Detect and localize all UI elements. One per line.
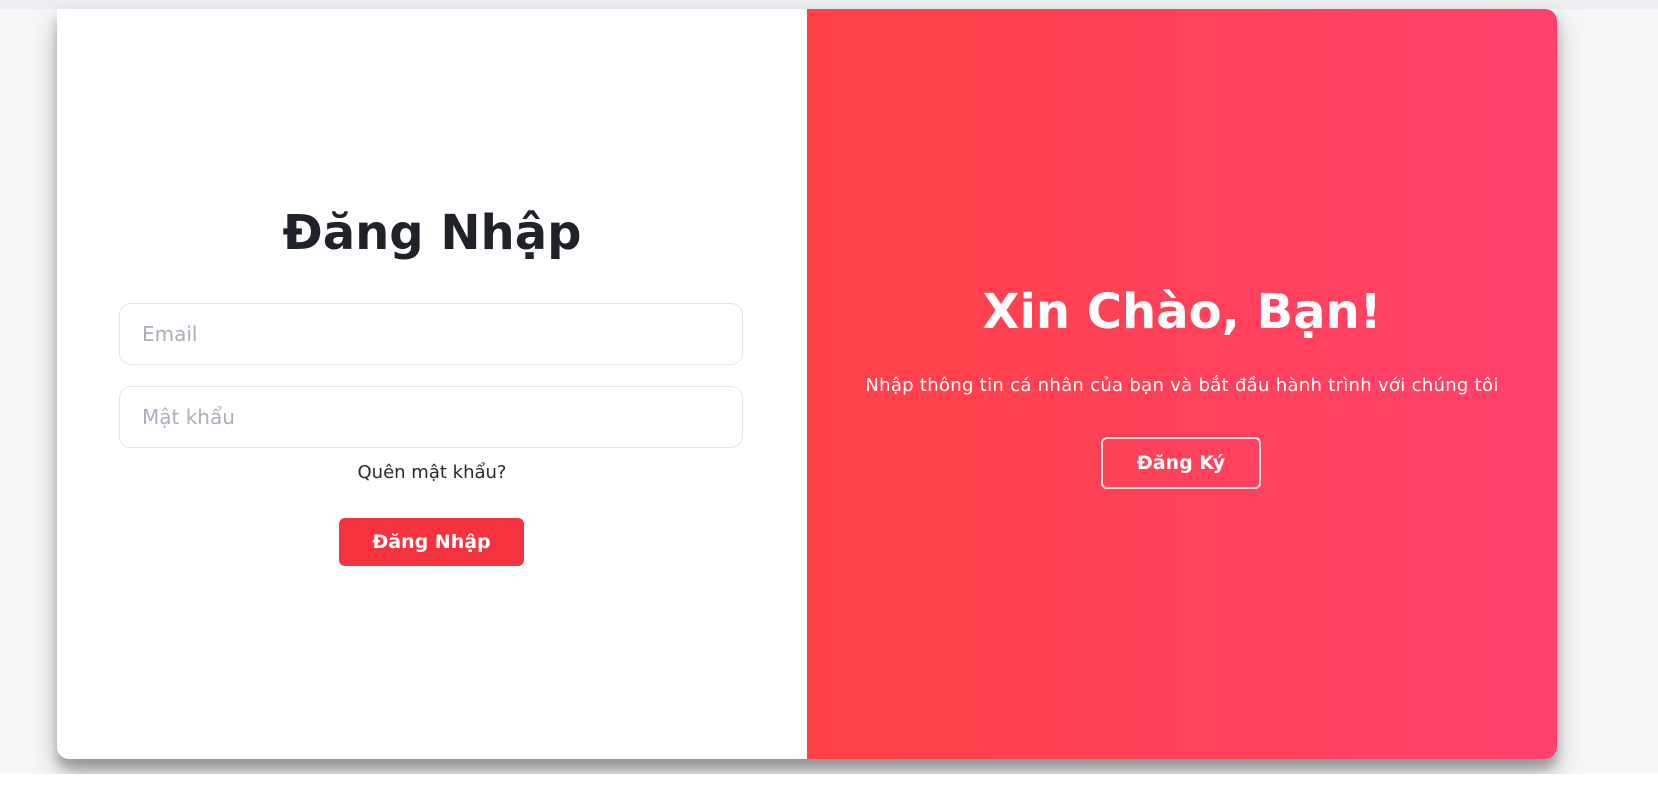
auth-card: Đăng Nhập Quên mật khẩu? Đăng Nhập Xin C… [57,9,1557,759]
top-background-strip [0,0,1658,9]
login-panel: Đăng Nhập Quên mật khẩu? Đăng Nhập [57,9,807,759]
login-button[interactable]: Đăng Nhập [339,518,524,566]
password-input[interactable] [119,386,743,448]
welcome-panel: Xin Chào, Bạn! Nhập thông tin cá nhân củ… [807,9,1557,759]
bottom-background-strip [0,774,1658,792]
login-title: Đăng Nhập [282,205,582,261]
forgot-password-link[interactable]: Quên mật khẩu? [57,461,807,485]
register-button[interactable]: Đăng Ký [1101,437,1261,489]
welcome-title: Xin Chào, Bạn! [982,284,1382,340]
welcome-text: Nhập thông tin cá nhân của bạn và bắt đầ… [865,375,1499,396]
email-input[interactable] [119,303,743,365]
